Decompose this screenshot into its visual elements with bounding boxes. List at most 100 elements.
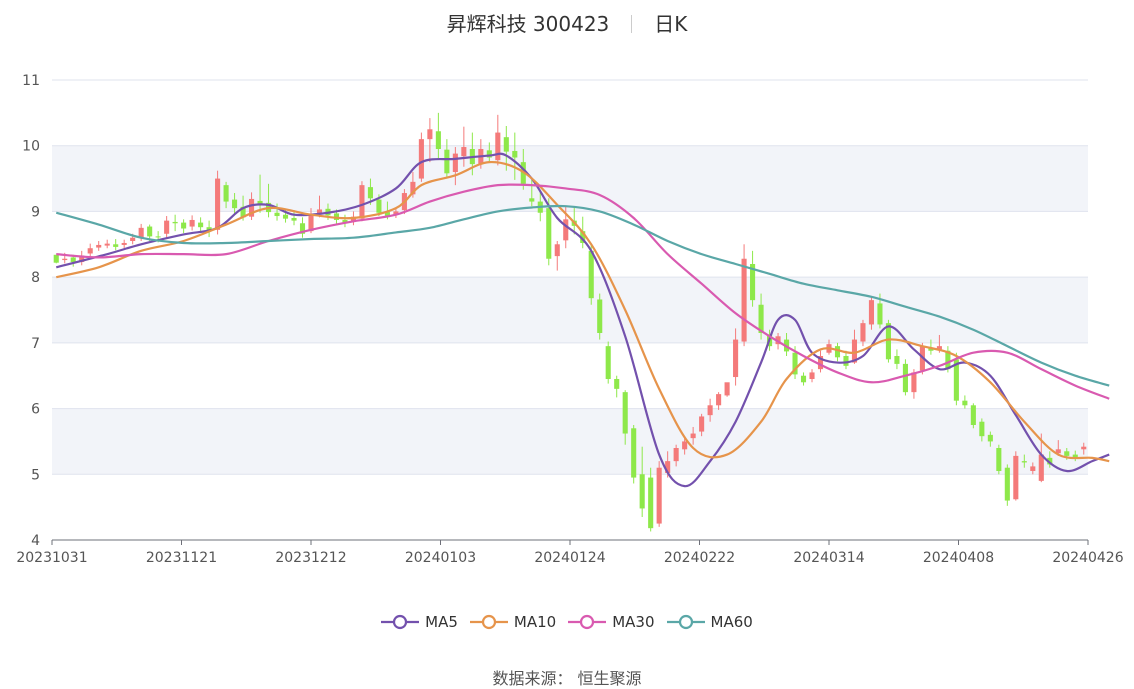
candle-body [418, 139, 424, 179]
legend-label: MA5 [425, 613, 458, 631]
candle [215, 170, 221, 235]
candle [631, 425, 637, 484]
legend-swatch-marker [393, 614, 408, 630]
candle-body [376, 199, 382, 213]
candle [614, 375, 620, 398]
candle [996, 444, 1002, 475]
y-tick-label: 5 [31, 467, 40, 483]
candle [741, 244, 747, 347]
x-tick-label: 20240408 [923, 550, 994, 566]
y-tick-label: 7 [31, 336, 40, 352]
x-tick-label: 20240103 [405, 550, 476, 566]
candle [1004, 464, 1010, 506]
candle-body [1013, 455, 1019, 500]
candle [716, 392, 722, 410]
candle-body [911, 372, 917, 393]
candle-body [563, 219, 569, 241]
candle [189, 215, 195, 231]
candle [656, 461, 662, 527]
candle [172, 214, 178, 232]
candle-body [970, 405, 976, 425]
candlestick-chart: 4 5 6 7 8 9 10 11 20231031 20231121 20231212 20240… [16, 73, 1123, 566]
legend-swatch-ma30 [568, 614, 607, 630]
candle [970, 403, 976, 429]
candle-body [53, 254, 59, 263]
candle [206, 220, 212, 238]
candle [894, 349, 900, 370]
candle-body [987, 434, 993, 442]
grid-band [52, 408, 1088, 475]
candle-body [367, 187, 373, 199]
candle [724, 382, 730, 397]
candle [834, 342, 841, 362]
candle-body [104, 243, 110, 246]
candle-body [996, 448, 1002, 471]
candle-body [291, 218, 297, 221]
candle-body [62, 258, 68, 261]
grid-band [52, 277, 1088, 343]
candle-body [172, 221, 178, 224]
candle-body [181, 222, 187, 229]
candle-body [444, 149, 450, 174]
candle-body [147, 226, 153, 237]
candle-body [682, 441, 688, 450]
candle-body [877, 303, 883, 325]
grid-band [52, 145, 1088, 212]
candle [554, 241, 560, 271]
candle [648, 467, 654, 532]
candle-body [452, 153, 458, 172]
candle-body [622, 392, 628, 434]
x-tick-label: 20231212 [275, 550, 346, 566]
legend-swatch-marker [678, 614, 693, 630]
candle-body [512, 150, 518, 158]
candle [750, 250, 756, 307]
candle [342, 214, 348, 228]
candle-body [648, 477, 654, 529]
chart-bands [52, 145, 1088, 475]
candle-body [223, 185, 229, 202]
candle-body [70, 257, 76, 263]
legend-label: MA30 [612, 613, 655, 631]
candle-body [741, 258, 747, 342]
candle-body [902, 363, 908, 393]
candle [113, 239, 119, 251]
candle-body [503, 137, 509, 152]
candle-body [733, 339, 739, 378]
candle-body [1030, 466, 1036, 471]
candle [121, 239, 127, 249]
candle [962, 395, 968, 409]
candle-body [809, 372, 815, 379]
candle-body [1081, 446, 1087, 450]
legend-swatch-marker [580, 614, 595, 630]
candle-body [690, 433, 696, 439]
candle-body [121, 242, 127, 245]
candle-body [962, 400, 968, 406]
candle [902, 359, 908, 396]
candle [597, 293, 603, 340]
candle-body [597, 299, 603, 333]
candle-body [1021, 461, 1027, 463]
candle-body [716, 394, 722, 406]
legend-item-ma60[interactable]: MA60 [666, 612, 753, 632]
candle-body [605, 346, 611, 379]
candle [359, 181, 365, 222]
legend-item-ma10[interactable]: MA10 [469, 612, 556, 632]
x-tick-label: 20240124 [534, 550, 605, 566]
candle [800, 372, 807, 386]
candle-body [843, 356, 849, 366]
candle-body [495, 132, 501, 161]
candle [96, 241, 102, 251]
candle-body [155, 236, 161, 238]
candle-body [164, 220, 170, 234]
legend-item-ma5[interactable]: MA5 [381, 612, 458, 632]
candle-body [707, 405, 713, 416]
candle [198, 217, 204, 232]
candle-body [232, 199, 238, 209]
candle [299, 217, 306, 238]
candle [817, 350, 824, 373]
candle-body [885, 323, 891, 360]
candle-body [427, 129, 433, 140]
legend-item-ma30[interactable]: MA30 [568, 612, 655, 632]
candle-body [673, 448, 679, 462]
y-tick-label: 8 [31, 270, 40, 286]
